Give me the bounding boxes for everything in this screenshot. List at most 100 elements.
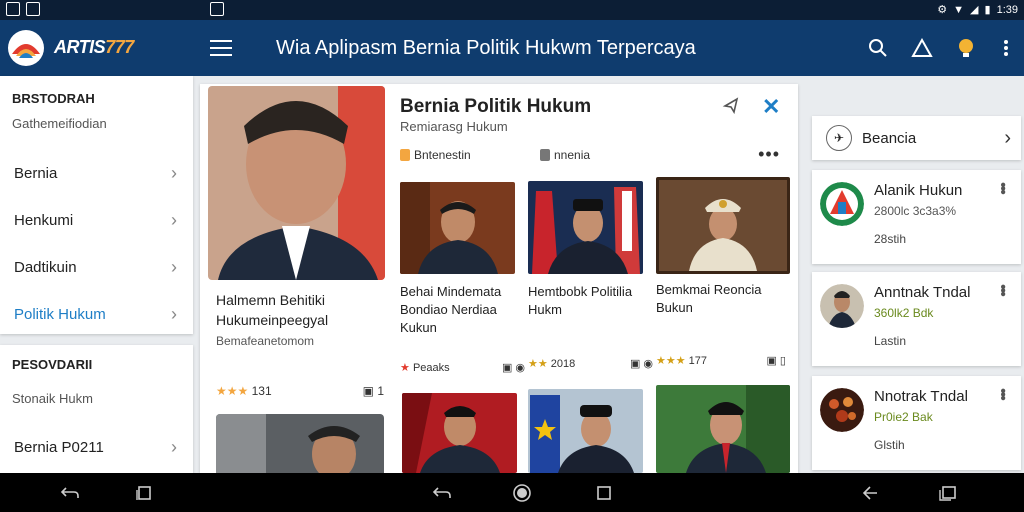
system-nav-bar [0,473,1024,512]
list-item-title: Alanik Hukun [874,182,963,199]
overflow-menu-button[interactable] [988,26,1024,70]
list-item-title: Anntnak Tndal [874,284,971,301]
main-card: Halmemn Behitiki Hukumeinpeegyal Bemafea… [200,84,798,473]
wifi-icon: ▼ [953,3,965,16]
bookmark-icon[interactable]: ▣ ◉ [502,361,525,374]
alert-button[interactable] [900,26,944,70]
list-item-date: Lastin [874,334,907,348]
section-subtitle: Remiarasg Hukum [400,119,508,134]
share-button[interactable] [722,96,740,119]
brand-name: ARTIS777 [54,37,134,57]
nav-item-bernia-p0211[interactable]: Bernia P0211 › [0,427,193,467]
drawer-section-heading: BRSTODRAH [12,91,95,106]
close-icon[interactable]: ✕ [762,94,780,120]
battery-icon: ▮ [984,4,991,16]
menu-button[interactable] [210,40,232,56]
chevron-right-icon: › [171,436,177,457]
share-icon [722,97,739,115]
article-meta: ★★ 2018 ▣ ◉ [528,357,653,370]
chevron-right-icon: › [171,304,177,324]
recents-icon[interactable] [132,481,156,505]
chevron-right-icon: › [171,257,177,277]
recents-icon[interactable] [592,481,616,505]
nav-item-politik-hukum[interactable]: Politik Hukum › [0,291,193,338]
list-item[interactable]: Alanik Hukun 2800lc 3c3a3% 28stih ••• [812,170,1021,264]
warning-icon [911,38,933,57]
nav-item-dadtikuin[interactable]: Dadtikuin › [0,244,193,291]
chevron-right-icon: › [171,163,177,183]
nav-item-henkumi[interactable]: Henkumi › [0,197,193,244]
search-icon [869,39,887,57]
bookmark-icon[interactable]: ▣ ◉ [630,357,653,370]
article-meta: ★ Peaaks ▣ ◉ [400,361,525,374]
chip-filter[interactable]: Bntenestin [400,148,471,162]
list-item-subtitle: Pr0ie2 Bak [874,410,933,424]
drawer-section-heading: PESOVDARII [12,357,93,372]
bulb-icon [959,39,973,57]
filter-chips: Bntenestin nnenia ••• [400,144,780,166]
chevron-right-icon: › [1004,126,1011,149]
list-item[interactable]: Anntnak Tndal 360lk2 Bdk Lastin ••• [812,272,1021,366]
more-horiz-icon[interactable]: ••• [758,144,780,165]
recents-icon[interactable] [936,481,960,505]
featured-title[interactable]: Halmemn Behitiki Hukumeinpeegyal [216,290,386,330]
compass-icon: ✈ [826,125,852,151]
home-icon[interactable] [510,481,534,505]
avatar [820,182,864,226]
article-thumbnail[interactable] [400,182,515,274]
comment-icon: ▣ [362,384,374,398]
signal-icon: ◢ [970,4,979,16]
back-icon[interactable] [430,481,454,505]
article-thumbnail[interactable] [656,177,790,274]
chip-filter[interactable]: nnenia [540,148,590,162]
article-thumbnail[interactable] [528,181,643,274]
section-title: Bernia Politik Hukum [400,96,592,117]
image-notification-icon [6,2,20,16]
avatar [820,388,864,432]
gallery-notification-icon [26,2,40,16]
more-vert-icon[interactable]: ••• [993,388,1011,399]
more-vert-icon[interactable]: ••• [993,284,1011,295]
list-item-date: 28stih [874,232,907,246]
article-title[interactable]: Hemtbobk Politilia Hukm [528,283,648,319]
more-vert-icon[interactable]: ••• [993,182,1011,193]
featured-image[interactable] [208,86,385,280]
article-thumbnail[interactable] [656,385,790,473]
status-bar: ⚙ ▼ ◢ ▮ 1:39 [0,0,1024,20]
list-item-subtitle: 2800lc 3c3a3% [874,204,957,218]
more-vert-icon [1004,40,1008,56]
article-title[interactable]: Bemkmai Reoncia Bukun [656,281,776,317]
nav-item-bernia[interactable]: Bernia › [0,150,193,197]
article-thumbnail[interactable] [528,389,643,473]
settings-status-icon: ⚙ [937,4,948,16]
search-button[interactable] [856,26,900,70]
featured-subtitle: Bemafeanetomom [216,334,315,348]
app-notification-icon [210,2,224,16]
list-item-date: Glstih [874,438,905,452]
article-meta: ★★★ 177 ▣ ▯ [656,354,786,367]
featured-meta: ★★★ 131 ▣ 1 [216,384,384,398]
nav-drawer: BRSTODRAH Gathemeifiodian Bernia › Henkum… [0,76,193,334]
bookmark-icon[interactable]: ▣ ▯ [766,354,786,367]
lock-icon [540,149,550,161]
app-logo [8,30,44,66]
drawer-section-subtitle: Gathemeifiodian [12,116,107,131]
tag-icon [400,149,410,161]
category-search[interactable]: ✈ Beancia › [812,116,1021,160]
rating-stars: ★★★ [216,384,249,398]
avatar [820,284,864,328]
chevron-right-icon: › [171,210,177,230]
drawer-section-subtitle: Stonaik Hukm [12,391,93,406]
nav-drawer-secondary: PESOVDARII Stonaik Hukm Bernia P0211 › [0,345,193,473]
back-icon[interactable] [58,481,82,505]
list-item-subtitle: 360lk2 Bdk [874,306,934,320]
back-icon[interactable] [858,481,882,505]
clock: 1:39 [996,3,1018,16]
notification-button[interactable] [944,26,988,70]
secondary-image[interactable] [216,414,384,473]
app-bar: ARTIS777 Wia Aplipasm Bernia Politik Huk… [0,20,1024,76]
page-title: Wia Aplipasm Bernia Politik Hukwm Terper… [276,37,696,59]
list-item[interactable]: Nnotrak Tndal Pr0ie2 Bak Glstih ••• [812,376,1021,470]
article-thumbnail[interactable] [402,393,517,473]
article-title[interactable]: Behai Mindemata Bondiao Nerdiaa Kukun [400,283,520,337]
